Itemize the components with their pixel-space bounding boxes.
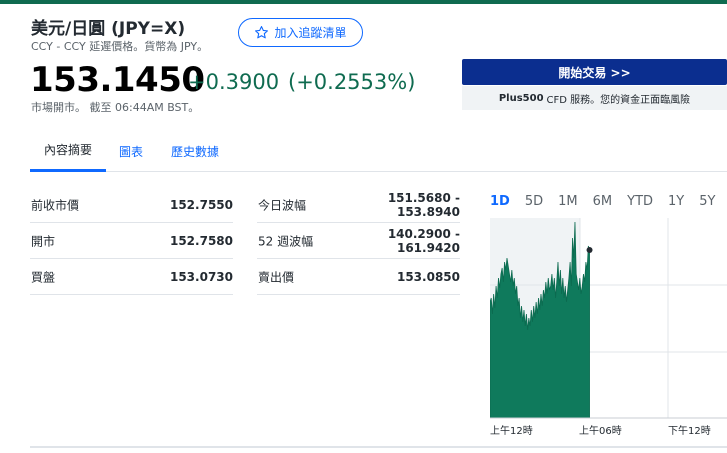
price-change-percent: (+0.2553%) [288,70,416,94]
tab-summary[interactable]: 內容摘要 [30,130,106,172]
range-tab-1d[interactable]: 1D [490,194,510,209]
disclaimer-text: CFD 服務。您的資金正面臨風險 [546,94,691,106]
top-accent-bar [0,0,727,4]
add-to-watchlist-button[interactable]: 加入追蹤清單 [238,18,363,47]
stat-label: 買盤 [31,270,56,284]
stat-value: 153.0730 [169,269,233,284]
stat-value: 140.2900 - 161.9420 [388,227,460,255]
range-tab-5d[interactable]: 5D [525,194,543,209]
stat-label: 今日波幅 [258,198,307,212]
stat-row-bid: 買盤 153.0730 [30,259,233,295]
stats-table-left: 前收市價 152.7550 開市 152.7580 買盤 153.0730 [30,187,233,295]
bottom-divider [30,446,727,448]
range-tab-ytd[interactable]: YTD [627,194,653,209]
range-low: 151.5680 - [387,190,460,205]
stat-row-open: 開市 152.7580 [30,223,233,259]
stat-label: 前收市價 [31,198,80,212]
stat-label: 賣出價 [258,270,295,284]
range-tab-5y[interactable]: 5Y [699,194,715,209]
stat-label: 開市 [31,234,56,248]
x-tick-label: 下午12時 [668,426,711,437]
stats-table-right: 今日波幅 151.5680 - 153.8940 52 週波幅 140.2900… [257,187,460,295]
stat-row-previous-close: 前收市價 152.7550 [30,187,233,223]
quote-tabs: 內容摘要 圖表 歷史數據 [30,130,727,172]
stat-value: 151.5680 - 153.8940 [388,191,460,219]
provider-name: Plus500 [498,92,544,104]
x-tick-label: 上午06時 [579,426,622,437]
stat-value: 152.7580 [169,233,233,248]
start-trading-button[interactable]: 開始交易 >> [462,59,727,85]
price-change: +0.3900 [188,70,280,94]
page-title: 美元/日圓 (JPY=X) [31,19,186,39]
stat-value: 153.0850 [396,269,460,284]
stat-label: 52 週波幅 [258,234,314,248]
tab-chart[interactable]: 圖表 [116,130,146,172]
price-chart[interactable] [490,218,727,419]
market-status: 市場開市。 截至 06:44AM BST。 [31,101,200,114]
stat-row-ask: 賣出價 153.0850 [257,259,460,295]
stat-row-day-range: 今日波幅 151.5680 - 153.8940 [257,187,460,223]
tab-historical-data[interactable]: 歷史數據 [168,130,222,172]
watchlist-label: 加入追蹤清單 [274,26,347,40]
quote-subtitle: CCY - CCY 延遲價格。貨幣為 JPY。 [31,40,209,53]
stat-value: 152.7550 [169,197,233,212]
range-tab-1m[interactable]: 1M [558,194,578,209]
range-low: 140.2900 - [387,226,460,241]
range-high: 161.9420 [396,240,460,255]
range-high: 153.8940 [396,204,460,219]
range-tab-1y[interactable]: 1Y [668,194,684,209]
current-price: 153.1450 [30,60,205,100]
last-price-marker [586,247,593,253]
chart-range-tabs: 1D 5D 1M 6M YTD 1Y 5Y M [490,194,727,209]
stat-row-52-week-range: 52 週波幅 140.2900 - 161.9420 [257,223,460,259]
range-tab-6m[interactable]: 6M [593,194,613,209]
trade-disclaimer: Plus500 CFD 服務。您的資金正面臨風險 [462,86,727,110]
x-tick-label: 上午12時 [490,426,533,437]
star-icon [255,26,269,39]
